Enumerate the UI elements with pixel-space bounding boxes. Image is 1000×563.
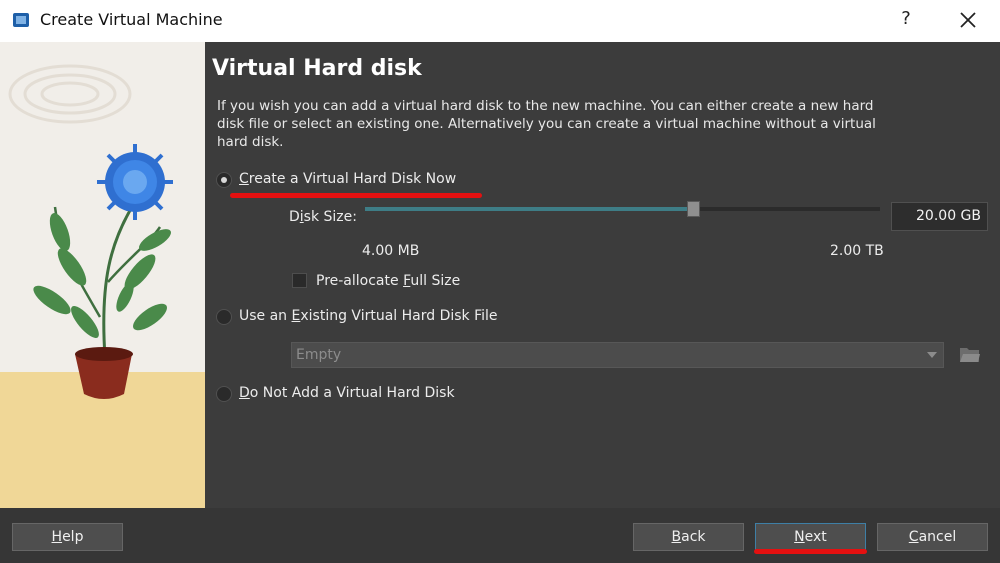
label-do-not-add[interactable]: Do Not Add a Virtual Hard Disk bbox=[239, 385, 455, 401]
next-button[interactable]: Next bbox=[755, 523, 866, 551]
annotation-underline-create bbox=[230, 193, 482, 198]
existing-file-value: Empty bbox=[296, 347, 342, 363]
radio-create-disk-now[interactable] bbox=[216, 172, 232, 188]
close-icon[interactable] bbox=[955, 7, 981, 33]
label-use-existing[interactable]: Use an Existing Virtual Hard Disk File bbox=[239, 308, 498, 324]
disk-size-input[interactable]: 20.00 GB bbox=[891, 202, 988, 231]
page-heading: Virtual Hard disk bbox=[212, 56, 422, 81]
radio-do-not-add[interactable] bbox=[216, 386, 232, 402]
wizard-illustration bbox=[0, 42, 205, 508]
plant-illustration bbox=[8, 64, 173, 399]
annotation-underline-next bbox=[754, 549, 867, 554]
title-bar: Create Virtual Machine ? bbox=[0, 0, 1000, 42]
existing-file-select[interactable]: Empty bbox=[291, 342, 944, 368]
page-description: If you wish you can add a virtual hard d… bbox=[217, 98, 876, 150]
disk-size-slider-handle[interactable] bbox=[686, 201, 700, 217]
help-footer-button[interactable]: Help bbox=[12, 523, 123, 551]
cancel-button[interactable]: Cancel bbox=[877, 523, 988, 551]
disk-size-max-label: 2.00 TB bbox=[830, 243, 884, 259]
virtualbox-icon bbox=[13, 13, 29, 27]
radio-use-existing[interactable] bbox=[216, 309, 232, 325]
chevron-down-icon bbox=[927, 352, 937, 358]
back-button[interactable]: Back bbox=[633, 523, 744, 551]
window-title: Create Virtual Machine bbox=[40, 10, 223, 29]
disk-size-slider-fill bbox=[365, 207, 695, 211]
preallocate-checkbox[interactable] bbox=[292, 273, 307, 288]
disk-size-min-label: 4.00 MB bbox=[362, 243, 420, 259]
help-button[interactable]: ? bbox=[898, 8, 914, 29]
folder-open-icon[interactable] bbox=[959, 344, 981, 364]
label-create-disk-now[interactable]: Create a Virtual Hard Disk Now bbox=[239, 171, 456, 187]
disk-size-slider[interactable] bbox=[365, 207, 880, 211]
disk-size-label: Disk Size: bbox=[289, 209, 357, 225]
preallocate-label[interactable]: Pre-allocate Full Size bbox=[316, 273, 460, 289]
